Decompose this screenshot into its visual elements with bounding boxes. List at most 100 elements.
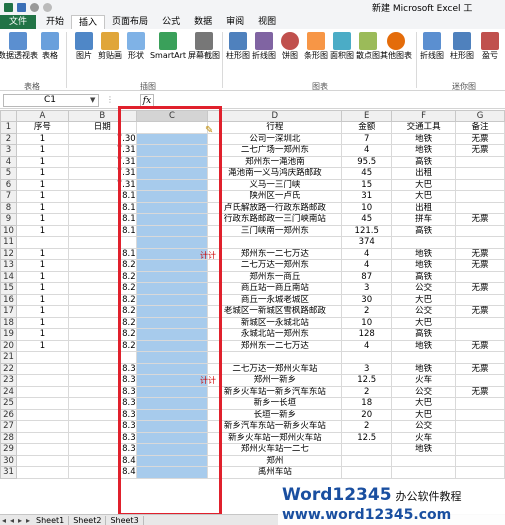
cell[interactable]: 三门峡南一郑州东 bbox=[207, 224, 343, 237]
row-header[interactable]: 22 bbox=[0, 362, 17, 375]
row-header[interactable]: 14 bbox=[0, 270, 17, 283]
last-sheet-icon[interactable]: ▸ bbox=[24, 516, 32, 525]
row-header[interactable]: 20 bbox=[0, 339, 17, 352]
cell[interactable]: 15 bbox=[341, 178, 393, 191]
cell[interactable]: 无票 bbox=[455, 385, 505, 398]
row-header[interactable]: 1 bbox=[0, 121, 17, 134]
selected-cell[interactable] bbox=[135, 293, 209, 306]
cell[interactable]: 义马一三门峡 bbox=[207, 178, 343, 191]
cell[interactable]: 2 bbox=[341, 385, 393, 398]
cell[interactable]: 1 bbox=[15, 282, 69, 295]
selected-cell[interactable] bbox=[135, 270, 209, 283]
selected-cell[interactable] bbox=[135, 155, 209, 168]
cell[interactable]: 序号 bbox=[15, 121, 69, 134]
row-header[interactable]: 6 bbox=[0, 178, 17, 191]
selected-cell[interactable] bbox=[135, 362, 209, 375]
cell[interactable]: 大巴 bbox=[391, 397, 457, 410]
selected-cell[interactable] bbox=[135, 167, 209, 180]
cell[interactable] bbox=[455, 316, 505, 329]
selected-cell[interactable] bbox=[135, 374, 209, 387]
cell[interactable]: 1 bbox=[15, 328, 69, 341]
cell[interactable]: 10 bbox=[341, 316, 393, 329]
other-charts-button[interactable]: 其他图表 bbox=[380, 32, 412, 60]
cell[interactable]: 1 bbox=[15, 155, 69, 168]
cell[interactable]: 地铁 bbox=[391, 247, 457, 260]
cell[interactable]: 1 bbox=[15, 224, 69, 237]
cell[interactable]: 1 bbox=[15, 259, 69, 272]
cell[interactable]: 8.2 bbox=[67, 305, 137, 318]
cell[interactable]: 8.3 bbox=[67, 397, 137, 410]
cell[interactable] bbox=[341, 454, 393, 467]
name-box[interactable]: C1 bbox=[3, 94, 99, 107]
smartart-button[interactable]: SmartArt bbox=[150, 32, 186, 60]
cell[interactable]: 8.3 bbox=[67, 385, 137, 398]
cell[interactable]: 备注 bbox=[455, 121, 505, 134]
cell[interactable]: 7.31 bbox=[67, 167, 137, 180]
cell[interactable] bbox=[455, 201, 505, 214]
row-header[interactable]: 16 bbox=[0, 293, 17, 306]
cell[interactable]: 1 bbox=[15, 132, 69, 145]
table-button[interactable]: 表格 bbox=[38, 32, 62, 60]
cell[interactable]: 87 bbox=[341, 270, 393, 283]
cell[interactable]: 4 bbox=[341, 339, 393, 352]
cell[interactable]: 无票 bbox=[455, 259, 505, 272]
cell[interactable]: 大巴 bbox=[391, 293, 457, 306]
cell[interactable]: 二七广场一郑州东 bbox=[207, 144, 343, 157]
selected-cell[interactable] bbox=[135, 431, 209, 444]
cell[interactable] bbox=[391, 454, 457, 467]
cell[interactable]: 4 bbox=[341, 247, 393, 260]
cell[interactable]: 3 bbox=[341, 282, 393, 295]
cell[interactable] bbox=[15, 351, 69, 364]
cell[interactable]: 12.5 bbox=[341, 431, 393, 444]
clip-art-button[interactable]: 剪贴画 bbox=[98, 32, 122, 60]
column-header-e[interactable]: E bbox=[341, 110, 393, 122]
cell[interactable]: 交通工具 bbox=[391, 121, 457, 134]
pie-chart-button[interactable]: 饼图 bbox=[278, 32, 302, 60]
tab-view[interactable]: 视图 bbox=[251, 15, 283, 29]
row-header[interactable]: 31 bbox=[0, 466, 17, 479]
cell[interactable]: 新乡汽车东站一新乡火车站 bbox=[207, 420, 343, 433]
selected-cell[interactable] bbox=[135, 201, 209, 214]
cell[interactable]: 8.2 bbox=[67, 316, 137, 329]
cell[interactable] bbox=[207, 351, 343, 364]
cell[interactable]: 拼车 bbox=[391, 213, 457, 226]
cell[interactable]: 商丘站一商丘南站 bbox=[207, 282, 343, 295]
sparkline-line-button[interactable]: 折线图 bbox=[420, 32, 444, 60]
cell[interactable]: 大巴 bbox=[391, 190, 457, 203]
cell[interactable] bbox=[391, 466, 457, 479]
cell[interactable]: 永城北站一郑州东 bbox=[207, 328, 343, 341]
cell[interactable]: 7.31 bbox=[67, 144, 137, 157]
cell[interactable]: 1 bbox=[15, 167, 69, 180]
cell[interactable] bbox=[455, 454, 505, 467]
cell[interactable]: 8.2 bbox=[67, 270, 137, 283]
cell[interactable]: 行程 bbox=[207, 121, 343, 134]
tab-data[interactable]: 数据 bbox=[187, 15, 219, 29]
selected-cell[interactable] bbox=[135, 351, 209, 364]
cell[interactable]: 95.5 bbox=[341, 155, 393, 168]
selected-cell[interactable] bbox=[135, 132, 209, 145]
column-chart-button[interactable]: 柱形图 bbox=[226, 32, 250, 60]
cell[interactable] bbox=[341, 466, 393, 479]
screenshot-button[interactable]: 屏幕截图 bbox=[188, 32, 220, 60]
cell[interactable] bbox=[15, 431, 69, 444]
cell[interactable]: 7.31 bbox=[67, 155, 137, 168]
cell[interactable] bbox=[455, 466, 505, 479]
cell[interactable]: 公交 bbox=[391, 420, 457, 433]
row-header[interactable]: 4 bbox=[0, 155, 17, 168]
cell[interactable]: 8.2 bbox=[67, 339, 137, 352]
cell[interactable]: 8.3 bbox=[67, 408, 137, 421]
insert-function-button[interactable]: fx bbox=[140, 94, 154, 107]
cell[interactable]: 地铁 bbox=[391, 259, 457, 272]
cell[interactable] bbox=[67, 351, 137, 364]
selected-cell[interactable] bbox=[135, 178, 209, 191]
cell[interactable]: 禹州车站 bbox=[207, 466, 343, 479]
cell[interactable]: 8.2 bbox=[67, 282, 137, 295]
column-header-f[interactable]: F bbox=[391, 110, 457, 122]
column-header-c[interactable]: C bbox=[135, 110, 209, 122]
selected-cell[interactable] bbox=[135, 454, 209, 467]
cell[interactable]: 7 bbox=[341, 132, 393, 145]
cell[interactable]: 地铁 bbox=[391, 362, 457, 375]
row-header[interactable]: 26 bbox=[0, 408, 17, 421]
selected-cell[interactable] bbox=[135, 316, 209, 329]
cell[interactable]: 卢氏解放路一行政东路邮政 bbox=[207, 201, 343, 214]
